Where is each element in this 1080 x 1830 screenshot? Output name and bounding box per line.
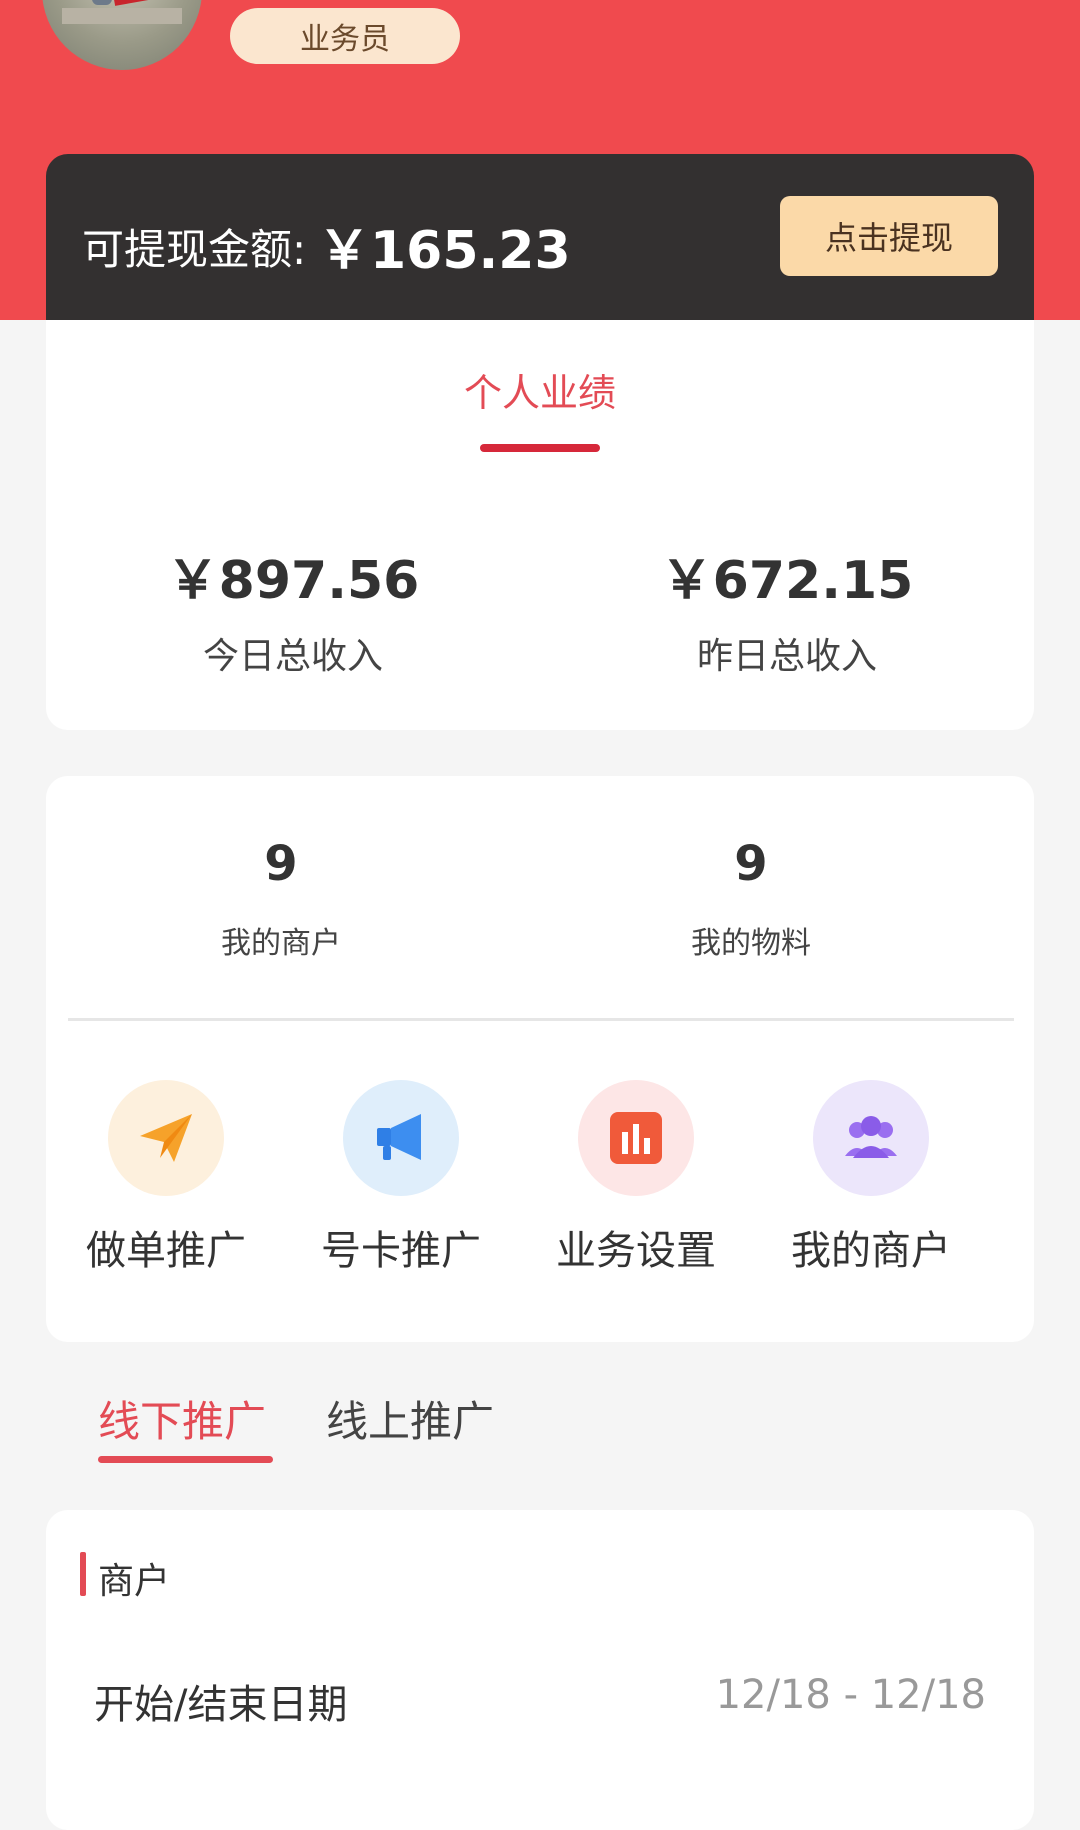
my-materials-count[interactable]: 9 我的物料 xyxy=(516,836,986,962)
yesterday-income: ￥672.15 昨日总收入 xyxy=(540,538,1034,679)
card-promotion-button[interactable]: 号卡推广 xyxy=(283,1080,519,1276)
my-merchants-count[interactable]: 9 我的商户 xyxy=(46,836,516,962)
today-income-amount: ￥897.56 xyxy=(166,551,420,611)
avatar-flag xyxy=(109,0,185,6)
date-range-label: 开始/结束日期 xyxy=(94,1682,348,1728)
performance-tab-underline xyxy=(480,444,600,452)
section-accent-bar xyxy=(80,1552,86,1596)
today-income-label: 今日总收入 xyxy=(202,636,383,677)
counts-card: 9 我的商户 9 我的物料 做单推广 号卡推广 业务设置 我的商户 xyxy=(46,776,1034,1342)
date-range-picker[interactable]: 12/18 - 12/18 xyxy=(716,1672,986,1718)
my-materials-label: 我的物料 xyxy=(691,926,811,961)
yesterday-income-label: 昨日总收入 xyxy=(696,636,877,677)
balance-label: 可提现金额: xyxy=(82,225,307,274)
yesterday-income-amount: ￥672.15 xyxy=(660,551,914,611)
withdraw-button[interactable]: 点击提现 xyxy=(780,196,998,276)
paper-plane-icon xyxy=(108,1080,224,1196)
performance-title[interactable]: 个人业绩 xyxy=(46,362,1034,417)
megaphone-icon xyxy=(343,1080,459,1196)
my-merchants-label: 我的商户 xyxy=(221,926,341,961)
balance-amount: ￥165.23 xyxy=(318,221,571,281)
tab-offline-promotion[interactable]: 线下推广 xyxy=(98,1388,266,1449)
action-label: 业务设置 xyxy=(556,1228,716,1274)
my-merchants-button[interactable]: 我的商户 xyxy=(753,1080,989,1276)
users-icon xyxy=(813,1080,929,1196)
active-tab-underline xyxy=(98,1456,273,1463)
role-badge: 业务员 xyxy=(230,8,460,64)
today-income: ￥897.56 今日总收入 xyxy=(46,538,540,679)
balance-card: 可提现金额: ￥165.23 点击提现 xyxy=(46,154,1034,320)
section-title: 商户 xyxy=(98,1561,171,1602)
filter-card: 商户 开始/结束日期 12/18 - 12/18 xyxy=(46,1510,1034,1830)
my-materials-value: 9 xyxy=(734,836,768,892)
order-promotion-button[interactable]: 做单推广 xyxy=(48,1080,284,1276)
tab-online-promotion[interactable]: 线上推广 xyxy=(326,1388,494,1449)
avatar-figure xyxy=(92,0,112,5)
avatar-ledge xyxy=(62,8,182,24)
action-label: 号卡推广 xyxy=(321,1228,481,1274)
action-label: 做单推广 xyxy=(86,1228,246,1274)
business-settings-button[interactable]: 业务设置 xyxy=(518,1080,754,1276)
divider xyxy=(68,1018,1014,1021)
my-merchants-value: 9 xyxy=(264,836,298,892)
bar-chart-icon xyxy=(578,1080,694,1196)
action-label: 我的商户 xyxy=(791,1228,951,1274)
performance-card: 个人业绩 ￥897.56 今日总收入 ￥672.15 昨日总收入 xyxy=(46,320,1034,730)
